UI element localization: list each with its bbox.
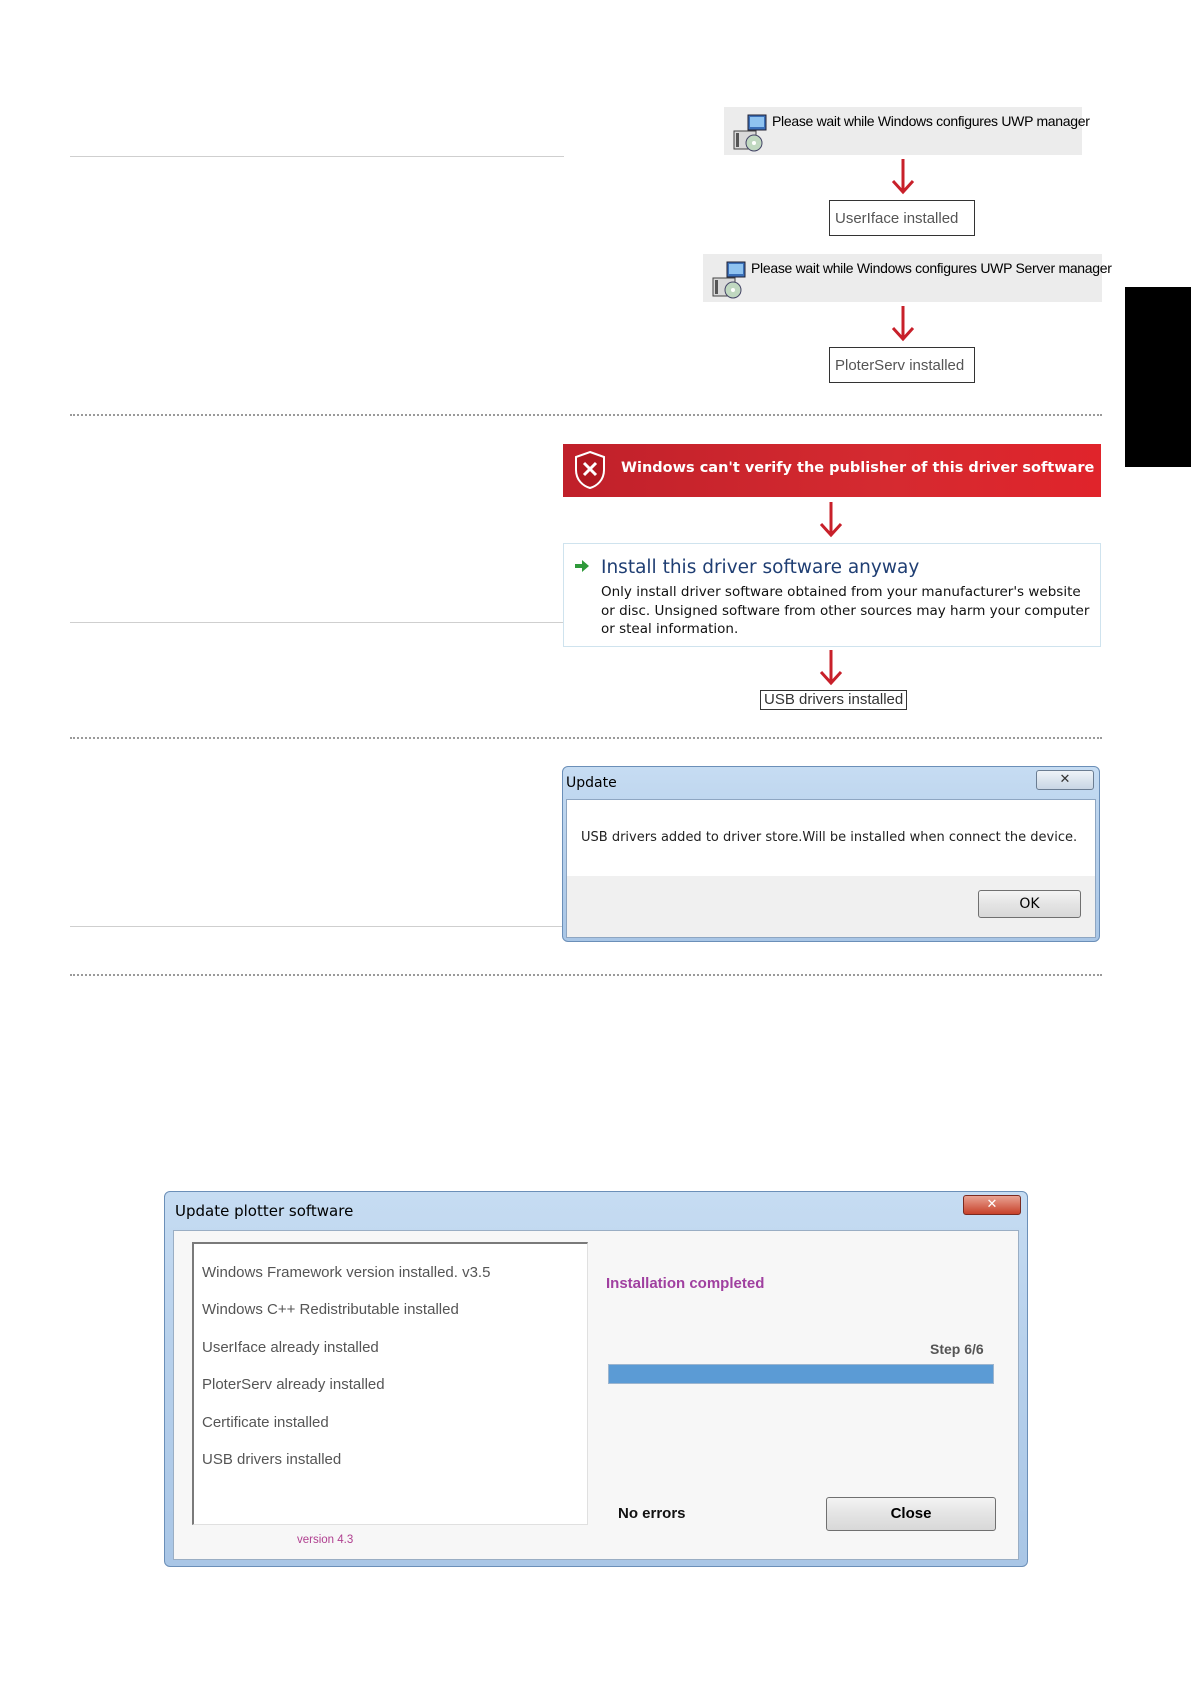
down-arrow-icon	[819, 650, 843, 686]
step-counter: Step 6/6	[930, 1341, 984, 1357]
close-icon[interactable]: ✕	[1036, 770, 1094, 790]
installer-package-icon	[712, 261, 746, 299]
list-item: Windows Framework version installed. v3.…	[202, 1264, 491, 1281]
install-progress-bar	[608, 1364, 994, 1384]
install-status-text: UserIface installed	[835, 210, 959, 227]
down-arrow-icon	[891, 159, 915, 195]
dialog-title: Update	[566, 775, 617, 791]
dialog-message: USB drivers added to driver store.Will b…	[581, 830, 1078, 845]
installer-message: Please wait while Windows configures UWP…	[751, 260, 1112, 276]
update-dialog: Update ✕ USB drivers added to driver sto…	[562, 766, 1100, 942]
usb-drivers-status: USB drivers installed	[760, 690, 908, 710]
install-status-text: PloterServ installed	[835, 357, 965, 374]
section-rule	[70, 622, 564, 623]
installer-message: Please wait while Windows configures UWP…	[772, 113, 1090, 129]
dialog-title: Update plotter software	[175, 1202, 354, 1220]
section-rule	[70, 926, 564, 927]
down-arrow-icon	[891, 306, 915, 342]
dialog-client-area: USB drivers added to driver store.Will b…	[566, 799, 1096, 938]
ok-button[interactable]: OK	[978, 890, 1081, 918]
install-anyway-description: Only install driver software obtained fr…	[601, 584, 1090, 637]
section-divider	[70, 974, 1102, 976]
shield-error-icon	[575, 450, 605, 490]
section-divider	[70, 414, 1102, 416]
section-rule	[70, 156, 564, 157]
install-status-label: UserIface installed	[829, 200, 975, 236]
list-item: USB drivers installed	[202, 1451, 342, 1468]
error-status-text: No errors	[618, 1505, 686, 1522]
list-item: Certificate installed	[202, 1414, 329, 1431]
page-thumb-tab	[1125, 287, 1191, 467]
security-warning-text: Windows can't verify the publisher of th…	[621, 460, 1095, 476]
close-button[interactable]: Close	[826, 1497, 996, 1531]
section-divider	[70, 737, 1102, 739]
green-arrow-icon	[575, 560, 589, 572]
install-log-list[interactable]: Windows Framework version installed. v3.…	[192, 1242, 588, 1525]
list-item: Windows C++ Redistributable installed	[202, 1301, 459, 1318]
installer-package-icon	[733, 114, 767, 152]
installer-progress-strip: Please wait while Windows configures UWP…	[724, 107, 1090, 155]
list-item: PloterServ already installed	[202, 1376, 385, 1393]
install-anyway-title: Install this driver software anyway	[601, 557, 920, 578]
close-icon[interactable]: ✕	[963, 1195, 1021, 1215]
install-anyway-option[interactable]: Install this driver software anyway Only…	[563, 543, 1101, 647]
install-status-label: PloterServ installed	[829, 347, 975, 383]
down-arrow-icon	[819, 502, 843, 538]
version-label: version 4.3	[297, 1534, 354, 1546]
installation-status-text: Installation completed	[606, 1275, 765, 1292]
security-warning-banner: Windows can't verify the publisher of th…	[563, 444, 1101, 497]
installer-progress-strip: Please wait while Windows configures UWP…	[703, 254, 1112, 302]
list-item: UserIface already installed	[202, 1339, 379, 1356]
